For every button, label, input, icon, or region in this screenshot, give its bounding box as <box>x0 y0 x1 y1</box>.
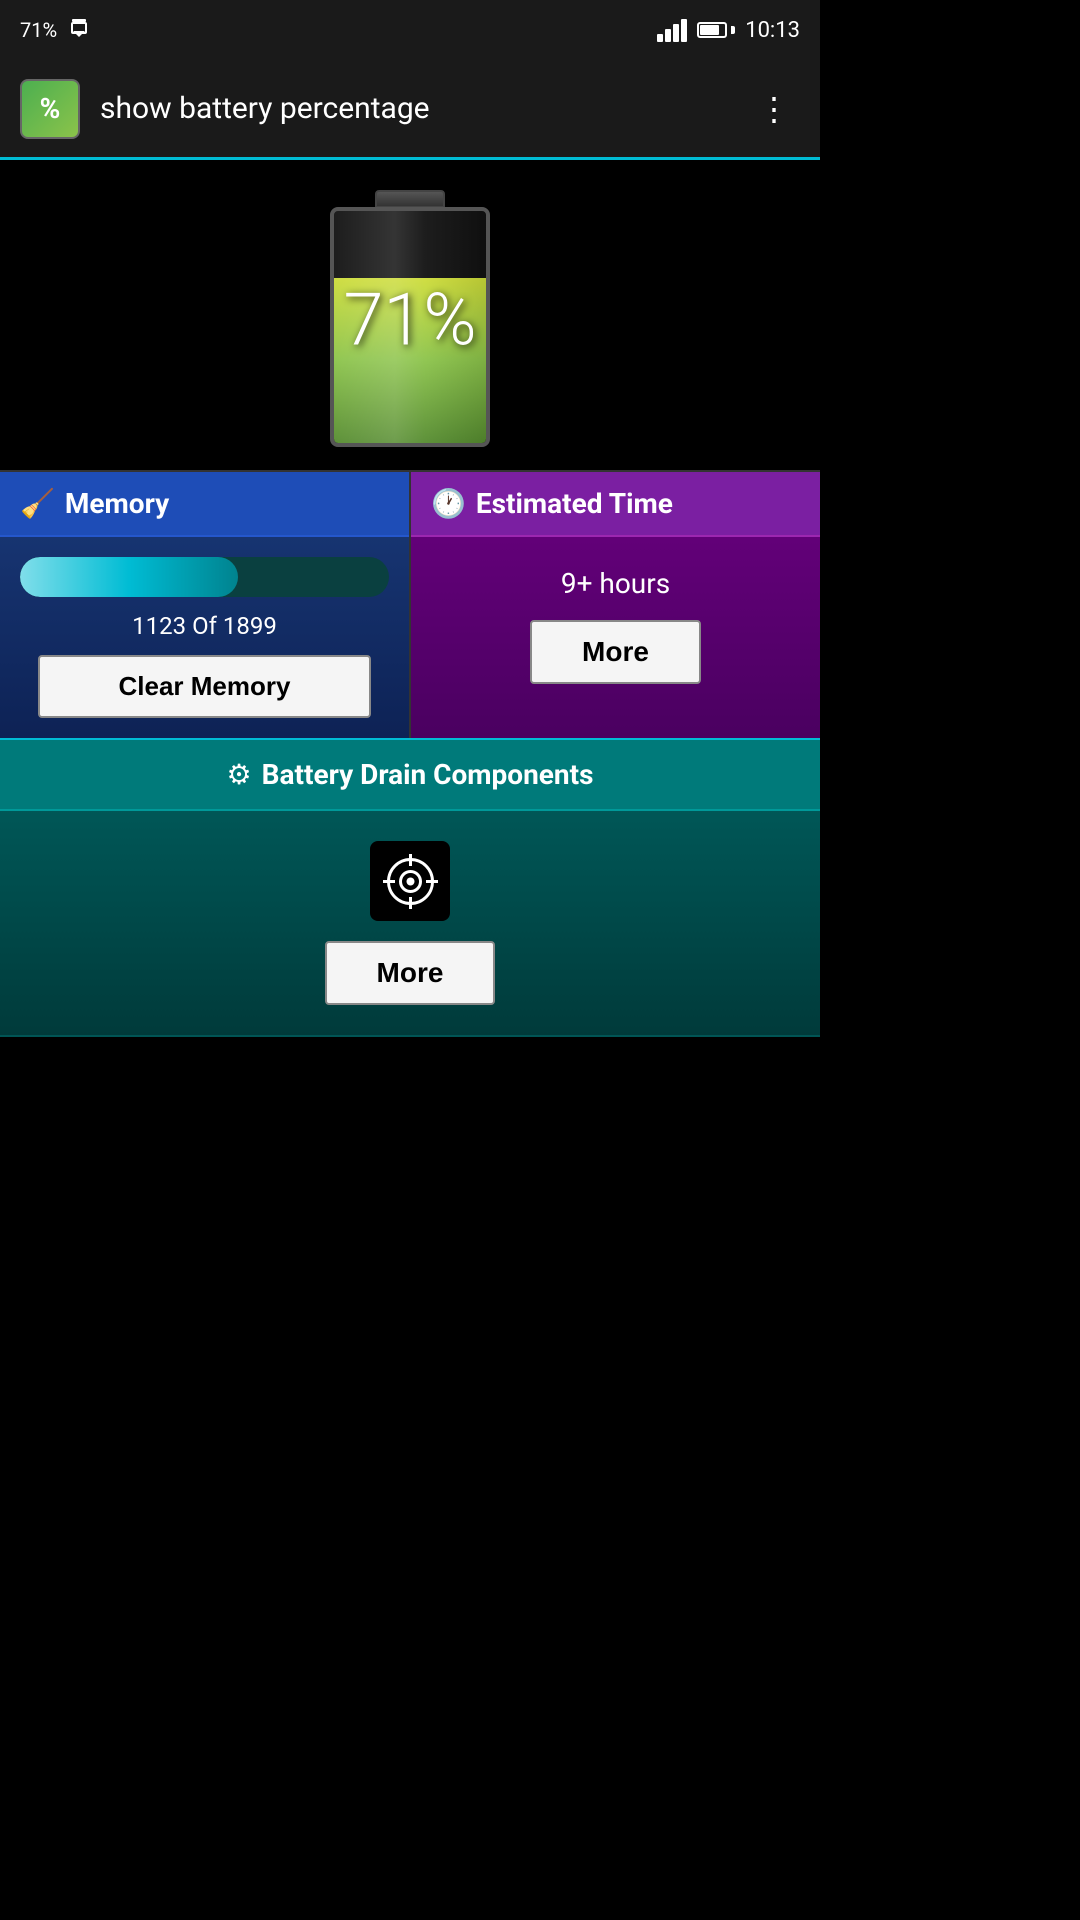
brush-icon: 🧹 <box>20 487 55 520</box>
battery-cap <box>375 190 445 208</box>
two-col-section: 🧹 Memory 1123 Of 1899 Clear Memory 🕐 Est… <box>0 470 820 738</box>
more-button-drain[interactable]: More <box>325 941 496 1005</box>
clock-time: 10:13 <box>745 18 800 43</box>
time-value: 9+ hours <box>561 567 670 600</box>
battery-icon <box>697 22 735 38</box>
gps-target-icon <box>370 841 450 921</box>
drain-content: More <box>0 811 820 1037</box>
clock-icon: 🕐 <box>431 487 466 520</box>
more-button-time[interactable]: More <box>530 620 701 684</box>
status-bar: 71% 10:13 <box>0 0 820 60</box>
battery-section: 71% <box>0 160 820 470</box>
memory-progress-bar <box>20 557 389 597</box>
time-header-label: Estimated Time <box>476 487 673 520</box>
clear-memory-button[interactable]: Clear Memory <box>38 655 370 718</box>
download-icon <box>67 18 91 42</box>
bottom-area <box>0 1037 820 1637</box>
memory-header-label: Memory <box>65 487 169 520</box>
overflow-menu-icon[interactable]: ⋮ <box>748 80 800 138</box>
target-svg <box>383 854 438 909</box>
time-header: 🕐 Estimated Time <box>411 472 820 537</box>
drain-header-label: Battery Drain Components <box>262 758 594 791</box>
drain-section: ⚙ Battery Drain Components More <box>0 738 820 1037</box>
memory-header: 🧹 Memory <box>0 472 409 537</box>
status-right: 10:13 <box>657 18 800 43</box>
memory-progress-fill <box>20 557 238 597</box>
battery-percentage-display: 71% <box>343 278 476 363</box>
app-icon: % <box>20 79 80 139</box>
time-content: 9+ hours More <box>411 537 820 704</box>
signal-bars-icon <box>657 19 687 42</box>
memory-stats: 1123 Of 1899 <box>132 612 277 640</box>
drain-header: ⚙ Battery Drain Components <box>0 740 820 811</box>
app-title: show battery percentage <box>100 91 728 126</box>
gear-icon: ⚙ <box>227 758 252 791</box>
battery-visual: 71% <box>310 190 510 450</box>
memory-content: 1123 Of 1899 Clear Memory <box>0 537 409 738</box>
status-left: 71% <box>20 18 91 42</box>
memory-panel: 🧹 Memory 1123 Of 1899 Clear Memory <box>0 472 411 738</box>
app-bar: % show battery percentage ⋮ <box>0 60 820 160</box>
time-panel: 🕐 Estimated Time 9+ hours More <box>411 472 820 738</box>
battery-percent-status: 71% <box>20 18 57 42</box>
